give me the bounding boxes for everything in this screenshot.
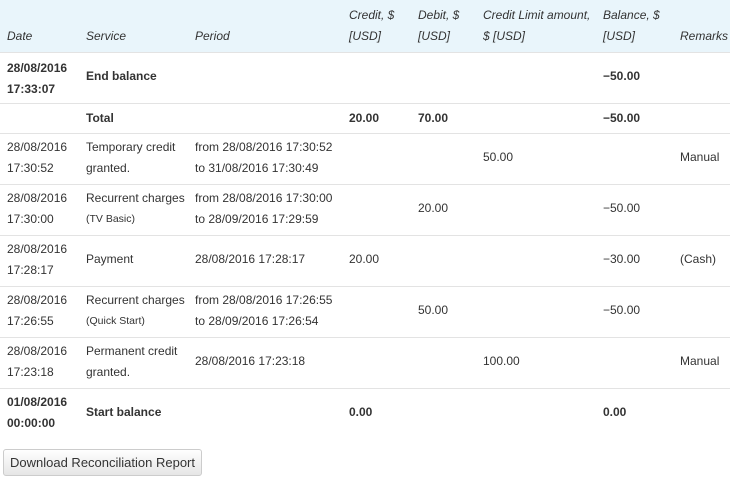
row-period-from: from 28/08/2016 17:30:00 (195, 191, 333, 205)
row-debit: 20.00 (418, 201, 449, 215)
header-date: Date (7, 29, 33, 43)
download-reconciliation-report-button[interactable]: Download Reconciliation Report (3, 449, 202, 476)
row-debit: 50.00 (418, 303, 449, 317)
row-balance: −50.00 (603, 69, 641, 83)
table-row-end-balance: 28/08/2016 17:33:07 End balance −50.00 (0, 52, 730, 104)
row-service: Payment (86, 252, 134, 266)
row-service: Temporary credit (86, 140, 176, 154)
row-period: 28/08/2016 17:23:18 (195, 354, 306, 368)
row-service-detail: granted. (86, 161, 131, 175)
row-date: 28/08/2016 (7, 293, 68, 307)
table-row: 28/08/2016 17:30:00 Recurrent charges (T… (0, 184, 730, 236)
row-time: 17:30:52 (7, 161, 54, 175)
row-period-to: to 28/09/2016 17:29:59 (195, 212, 319, 226)
row-period-to: to 31/08/2016 17:30:49 (195, 161, 319, 175)
header-debit-line2: [USD] (418, 29, 451, 43)
table-row: 28/08/2016 17:23:18 Permanent credit gra… (0, 337, 730, 389)
table-row: 28/08/2016 17:26:55 Recurrent charges (Q… (0, 286, 730, 338)
table-header: Date Service Period Credit, $ [USD] Debi… (0, 0, 730, 53)
row-balance: −50.00 (603, 303, 641, 317)
row-credit: 20.00 (349, 252, 380, 266)
row-time: 17:26:55 (7, 314, 54, 328)
row-remarks: Manual (680, 150, 720, 164)
table-row: 28/08/2016 17:30:52 Temporary credit gra… (0, 133, 730, 185)
row-time: 17:33:07 (7, 82, 56, 96)
header-balance-line1: Balance, $ (603, 8, 660, 22)
row-time: 17:23:18 (7, 365, 54, 379)
row-balance: −50.00 (603, 201, 641, 215)
row-service: Total (86, 111, 114, 125)
header-balance-line2: [USD] (603, 29, 636, 43)
row-service-detail: (Quick Start) (86, 315, 145, 327)
row-date: 28/08/2016 (7, 140, 68, 154)
row-credit-limit: 100.00 (483, 354, 520, 368)
header-credit-limit-line2: $ [USD] (483, 29, 526, 43)
row-date: 28/08/2016 (7, 61, 68, 75)
row-date: 01/08/2016 (7, 395, 68, 409)
row-service: Permanent credit (86, 344, 178, 358)
header-period: Period (195, 29, 230, 43)
row-date: 28/08/2016 (7, 344, 68, 358)
row-service-detail: granted. (86, 365, 131, 379)
row-period-from: from 28/08/2016 17:30:52 (195, 140, 333, 154)
header-credit-line2: [USD] (349, 29, 382, 43)
row-remarks: Manual (680, 354, 720, 368)
table-row: 28/08/2016 17:28:17 Payment 28/08/2016 1… (0, 235, 730, 287)
row-remarks: (Cash) (680, 252, 717, 266)
row-service-detail: (TV Basic) (86, 213, 136, 225)
row-service: Recurrent charges (86, 293, 185, 307)
row-time: 00:00:00 (7, 416, 56, 430)
row-credit: 0.00 (349, 405, 373, 419)
header-debit-line1: Debit, $ (418, 8, 460, 22)
row-service: End balance (86, 69, 157, 83)
row-period: 28/08/2016 17:28:17 (195, 252, 306, 266)
row-date: 28/08/2016 (7, 242, 68, 256)
header-remarks: Remarks (680, 29, 729, 43)
row-time: 17:28:17 (7, 263, 54, 277)
row-service: Recurrent charges (86, 191, 185, 205)
header-credit-limit-line1: Credit Limit amount, (483, 8, 591, 22)
row-period-from: from 28/08/2016 17:26:55 (195, 293, 333, 307)
row-credit-limit: 50.00 (483, 150, 514, 164)
row-time: 17:30:00 (7, 212, 54, 226)
row-balance: −30.00 (603, 252, 641, 266)
row-service: Start balance (86, 405, 162, 419)
row-date: 28/08/2016 (7, 191, 68, 205)
row-balance: −50.00 (603, 111, 641, 125)
row-credit: 20.00 (349, 111, 380, 125)
header-service: Service (86, 29, 127, 43)
table-row-total: Total 20.00 70.00 −50.00 (0, 103, 730, 134)
table-row-start-balance: 01/08/2016 00:00:00 Start balance 0.00 0… (0, 388, 730, 440)
header-credit-line1: Credit, $ (349, 8, 395, 22)
row-debit: 70.00 (418, 111, 449, 125)
row-balance: 0.00 (603, 405, 627, 419)
row-period-to: to 28/09/2016 17:26:54 (195, 314, 319, 328)
